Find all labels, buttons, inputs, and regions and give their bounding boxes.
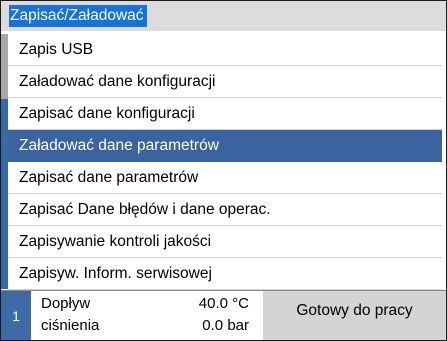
screen: Zapisać/Załadować Zapis USB Załadować da…: [0, 0, 447, 341]
menu-item-label: Załadować dane konfiguracji: [19, 73, 216, 90]
menu-item-label: Zapisyw. Inform. serwisowej: [19, 265, 212, 282]
menu-item-label: Załadować dane parametrów: [19, 137, 219, 154]
inflow-label: Dopływ: [41, 295, 91, 312]
inflow-value: 40.0 °C: [198, 295, 249, 312]
menu-item-label: Zapisać Dane błędów i dane operac.: [19, 201, 271, 218]
menu-item-load-parameters[interactable]: Załadować dane parametrów: [8, 130, 442, 162]
menu-item-label: Zapisać dane parametrów: [19, 169, 199, 186]
status-number: 1: [1, 291, 31, 340]
title-bar: Zapisać/Załadować: [1, 1, 446, 31]
menu-item-usb-save[interactable]: Zapis USB: [8, 34, 442, 66]
scroll-indicator-track: [1, 34, 8, 99]
menu-item-label: Zapisać dane konfiguracji: [19, 105, 195, 122]
window-title: Zapisać/Załadować: [9, 5, 147, 27]
status-message: Gotowy do pracy: [263, 291, 446, 340]
menu-item-label: Zapisywanie kontroli jakości: [19, 233, 212, 250]
menu-item-save-error-data[interactable]: Zapisać Dane błędów i dane operac.: [8, 194, 442, 226]
menu-item-save-config[interactable]: Zapisać dane konfiguracji: [8, 98, 442, 130]
menu-item-save-parameters[interactable]: Zapisać dane parametrów: [8, 162, 442, 194]
menu-item-load-config[interactable]: Załadować dane konfiguracji: [8, 66, 442, 98]
scroll-indicator-thumb[interactable]: [1, 99, 8, 289]
status-bar: 1 Dopływ 40.0 °C ciśnienia 0.0 bar Gotow…: [1, 290, 446, 340]
scroll-indicator[interactable]: [1, 34, 8, 289]
status-values: Dopływ 40.0 °C ciśnienia 0.0 bar: [31, 291, 263, 340]
menu-item-label: Zapis USB: [19, 41, 94, 58]
pressure-value: 0.0 bar: [202, 317, 249, 334]
menu-item-save-service-info[interactable]: Zapisyw. Inform. serwisowej: [8, 258, 442, 290]
menu-item-save-quality-control[interactable]: Zapisywanie kontroli jakości: [8, 226, 442, 258]
pressure-label: ciśnienia: [41, 317, 100, 334]
